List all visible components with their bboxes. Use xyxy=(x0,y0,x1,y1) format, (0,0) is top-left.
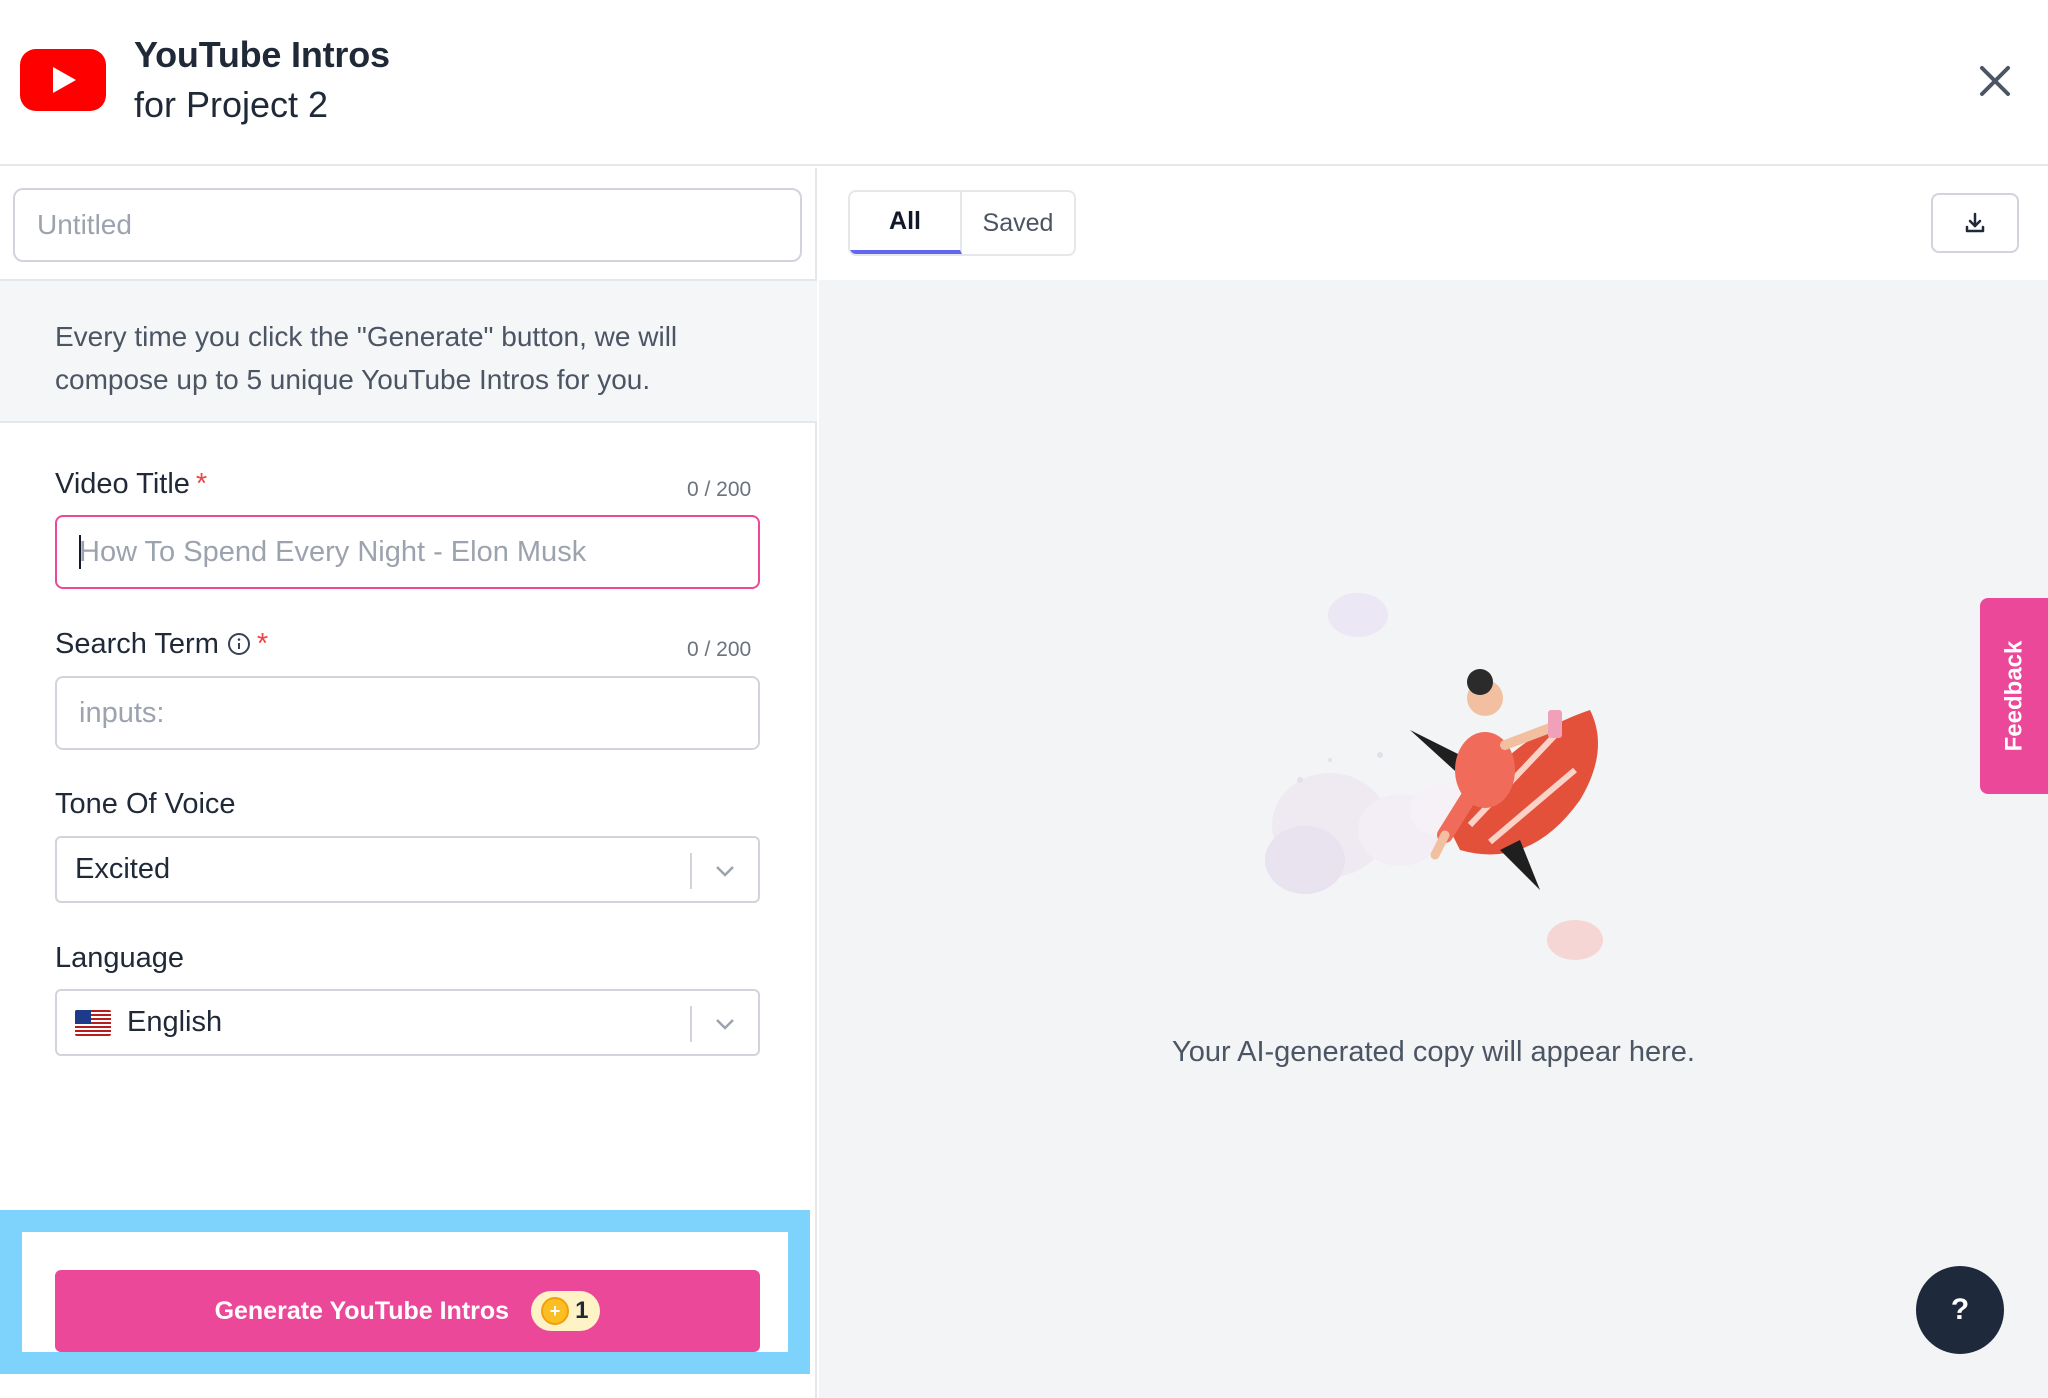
download-icon xyxy=(1965,212,1985,233)
rocket-illustration xyxy=(1265,593,1603,960)
info-icon[interactable] xyxy=(227,632,251,656)
header: YouTube Intros for Project 2 xyxy=(0,0,2048,166)
page-subtitle: for Project 2 xyxy=(134,84,329,125)
us-flag-icon xyxy=(75,1009,111,1036)
feedback-tab[interactable]: Feedback xyxy=(1980,598,2048,794)
video-title-input[interactable] xyxy=(55,515,760,589)
page-title: YouTube Intros xyxy=(134,34,390,75)
tone-of-voice-label: Tone Of Voice xyxy=(55,788,236,820)
required-asterisk: * xyxy=(256,628,269,660)
close-button[interactable] xyxy=(1968,54,2022,108)
language-select[interactable]: English xyxy=(55,989,760,1056)
language-selected-value: English xyxy=(127,1006,223,1038)
coin-icon: + xyxy=(541,1297,570,1325)
language-label: Language xyxy=(55,942,185,974)
download-button[interactable] xyxy=(1931,193,2019,253)
tab-saved[interactable]: Saved xyxy=(962,192,1074,254)
results-tabs: All Saved xyxy=(848,190,1076,256)
video-title-counter: 0 / 200 xyxy=(687,478,752,501)
empty-state-text: Your AI-generated copy will appear here. xyxy=(1172,1036,1695,1068)
youtube-logo-icon xyxy=(20,49,106,111)
search-term-counter: 0 / 200 xyxy=(687,638,752,661)
info-text: Every time you click the "Generate" butt… xyxy=(0,279,817,423)
credit-count: 1 xyxy=(575,1297,589,1324)
results-toolbar: All Saved xyxy=(819,168,2048,280)
help-button[interactable]: ? xyxy=(1916,1266,2004,1354)
chevron-down-icon xyxy=(716,1019,734,1030)
feedback-label: Feedback xyxy=(2000,640,2027,752)
chevron-down-icon xyxy=(716,866,734,877)
text-caret xyxy=(79,535,81,569)
document-title-input[interactable] xyxy=(13,188,802,262)
credit-badge: + 1 xyxy=(531,1291,601,1331)
generate-button-label: Generate YouTube Intros xyxy=(214,1296,510,1325)
tone-selected-value: Excited xyxy=(75,853,171,885)
tab-all[interactable]: All xyxy=(850,192,962,254)
generate-button[interactable]: Generate YouTube Intros + 1 xyxy=(55,1270,760,1352)
required-asterisk: * xyxy=(195,468,208,500)
tone-of-voice-select[interactable]: Excited xyxy=(55,836,760,903)
search-term-label: Search Term * xyxy=(55,628,269,660)
close-icon xyxy=(1980,66,2010,96)
video-title-label: Video Title * xyxy=(55,468,208,500)
search-term-input[interactable] xyxy=(55,676,760,750)
